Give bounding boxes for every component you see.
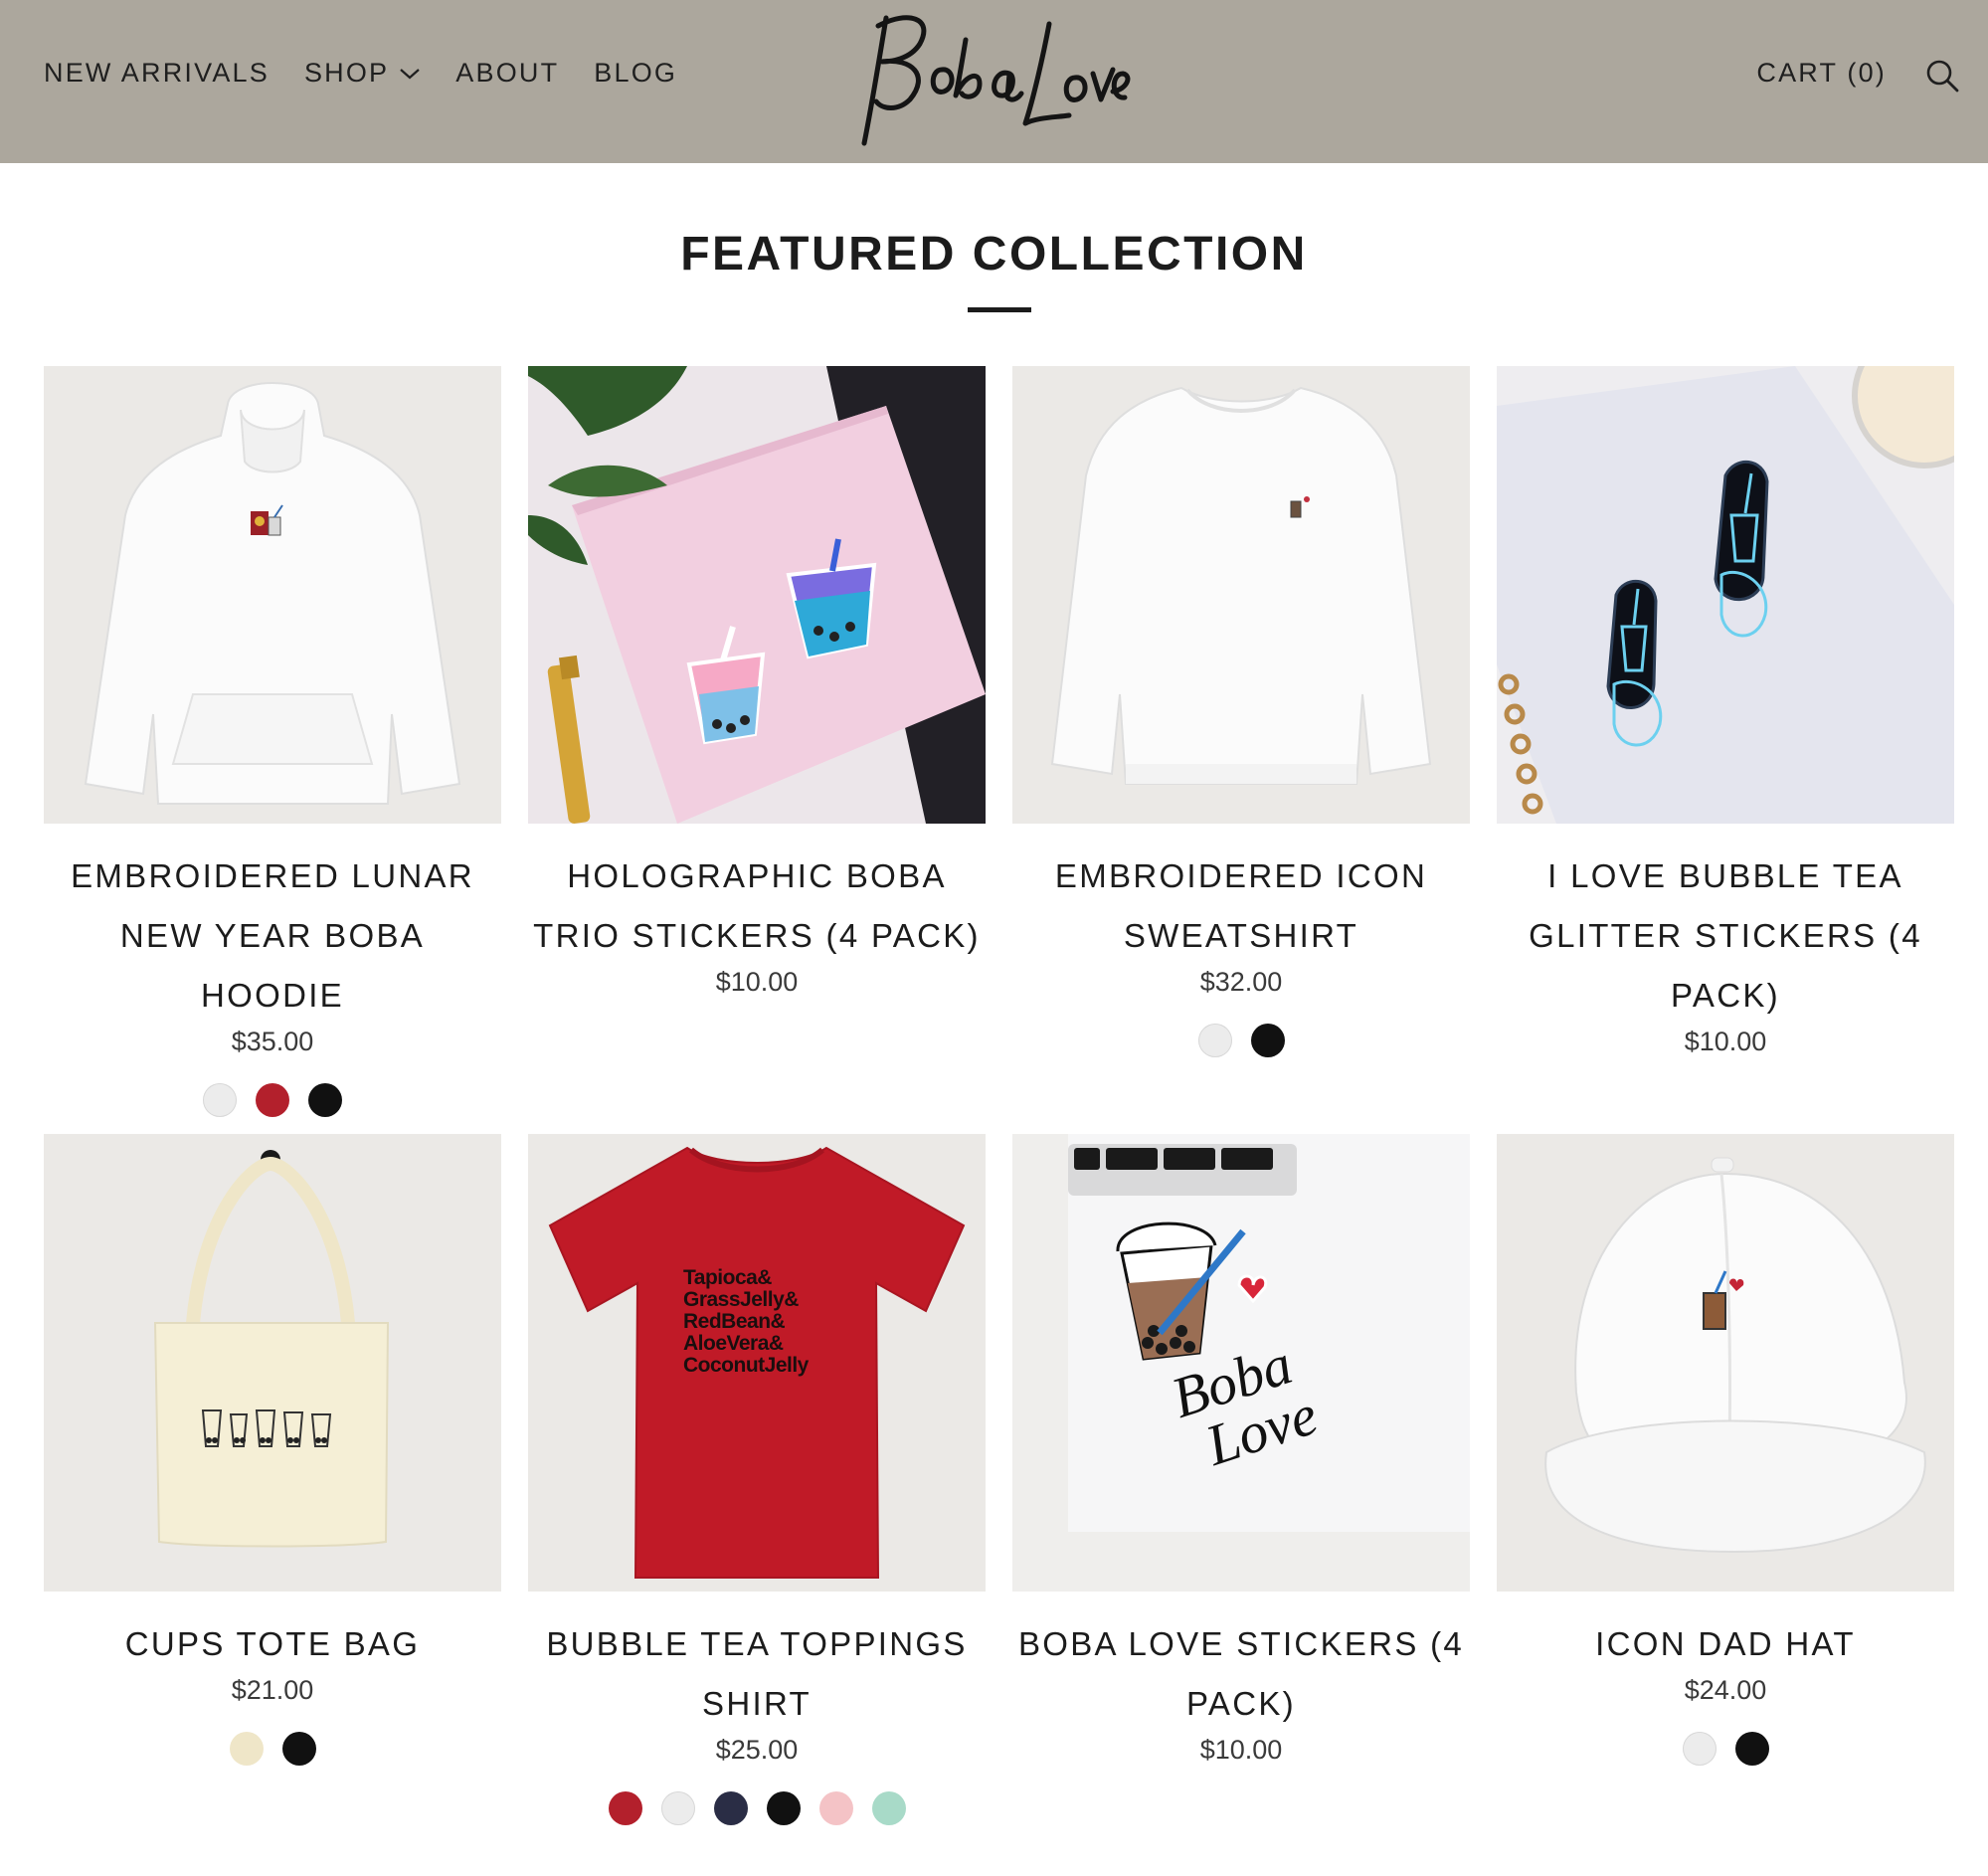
product-price: $10.00 — [1684, 1027, 1767, 1056]
product-card[interactable]: EMBROIDERED LUNAR NEW YEAR BOBA HOODIE $… — [44, 366, 501, 1117]
site-header: NEW ARRIVALS SHOP ABOUT BLOG CART (0) — [0, 0, 1988, 163]
product-card[interactable]: EMBROIDERED ICON SWEATSHIRT $32.00 — [1012, 366, 1470, 1057]
swatch-white[interactable] — [1197, 1024, 1232, 1057]
search-icon[interactable] — [1924, 58, 1960, 94]
product-image-holographic-stickers[interactable] — [528, 366, 986, 824]
nav-blog[interactable]: BLOG — [594, 58, 677, 89]
swatch-red[interactable] — [256, 1083, 289, 1117]
product-card[interactable]: ICON DAD HAT $24.00 — [1497, 1134, 1954, 1766]
nav-new-arrivals[interactable]: NEW ARRIVALS — [44, 58, 270, 89]
product-card[interactable]: Tapioca& GrassJelly& RedBean& AloeVera& … — [528, 1134, 986, 1825]
swatch-black[interactable] — [308, 1083, 342, 1117]
color-swatches — [1497, 1732, 1954, 1766]
product-image-tote-bag[interactable] — [44, 1134, 501, 1592]
product-card[interactable]: HOLOGRAPHIC BOBA TRIO STICKERS (4 PACK) … — [528, 366, 986, 1000]
product-price: $32.00 — [1199, 967, 1283, 997]
nav-shop[interactable]: SHOP — [304, 58, 421, 89]
product-image-boba-love-stickers[interactable]: Boba Love — [1012, 1134, 1470, 1592]
product-price: $10.00 — [715, 967, 799, 997]
product-name[interactable]: ICON DAD HAT — [1497, 1614, 1954, 1674]
color-swatches — [44, 1732, 501, 1766]
product-image-sweatshirt[interactable] — [1012, 366, 1470, 824]
swatch-black[interactable] — [281, 1732, 316, 1766]
product-name[interactable]: CUPS TOTE BAG — [44, 1614, 501, 1674]
section-title: FEATURED COLLECTION — [680, 228, 1308, 281]
product-name[interactable]: EMBROIDERED ICON SWEATSHIRT — [1012, 846, 1470, 966]
chevron-down-icon — [400, 68, 421, 79]
product-price: $10.00 — [1199, 1735, 1283, 1765]
product-image-hoodie[interactable] — [44, 366, 501, 824]
product-name[interactable]: EMBROIDERED LUNAR NEW YEAR BOBA HOODIE — [44, 846, 501, 1026]
swatch-black[interactable] — [1734, 1732, 1769, 1766]
swatch-white[interactable] — [1682, 1732, 1717, 1766]
product-image-glitter-stickers[interactable] — [1497, 366, 1954, 824]
color-swatches — [44, 1083, 501, 1117]
swatch-natural[interactable] — [229, 1732, 264, 1766]
product-card[interactable]: Boba Love BOBA LOVE STICKERS (4 PACK) $1… — [1012, 1134, 1470, 1768]
product-card[interactable]: CUPS TOTE BAG $21.00 — [44, 1134, 501, 1766]
swatch-navy[interactable] — [713, 1791, 748, 1825]
product-price: $24.00 — [1684, 1675, 1767, 1705]
swatch-pink[interactable] — [818, 1791, 853, 1825]
product-name[interactable]: BOBA LOVE STICKERS (4 PACK) — [1012, 1614, 1470, 1734]
nav-about[interactable]: ABOUT — [455, 58, 559, 89]
swatch-mint[interactable] — [871, 1791, 906, 1825]
swatch-white[interactable] — [203, 1083, 237, 1117]
product-name[interactable]: BUBBLE TEA TOPPINGS SHIRT — [528, 1614, 986, 1734]
product-card[interactable]: I LOVE BUBBLE TEA GLITTER STICKERS (4 PA… — [1497, 366, 1954, 1059]
color-swatches — [1012, 1024, 1470, 1057]
product-price: $35.00 — [231, 1027, 314, 1056]
main-nav: NEW ARRIVALS SHOP ABOUT BLOG — [44, 58, 712, 89]
swatch-black[interactable] — [766, 1791, 801, 1825]
product-name[interactable]: I LOVE BUBBLE TEA GLITTER STICKERS (4 PA… — [1497, 846, 1954, 1026]
boba-love-logo[interactable] — [838, 4, 1137, 153]
product-price: $21.00 — [231, 1675, 314, 1705]
product-image-toppings-shirt[interactable]: Tapioca& GrassJelly& RedBean& AloeVera& … — [528, 1134, 986, 1592]
swatch-white[interactable] — [660, 1791, 695, 1825]
shirt-print-text: Tapioca& GrassJelly& RedBean& AloeVera& … — [683, 1266, 809, 1377]
swatch-red[interactable] — [608, 1791, 642, 1825]
title-divider — [968, 307, 1031, 312]
product-image-dad-hat[interactable] — [1497, 1134, 1954, 1592]
color-swatches — [528, 1791, 986, 1825]
swatch-black[interactable] — [1250, 1024, 1285, 1057]
product-name[interactable]: HOLOGRAPHIC BOBA TRIO STICKERS (4 PACK) — [528, 846, 986, 966]
product-price: $25.00 — [715, 1735, 799, 1765]
cart-link[interactable]: CART (0) — [1756, 58, 1887, 89]
